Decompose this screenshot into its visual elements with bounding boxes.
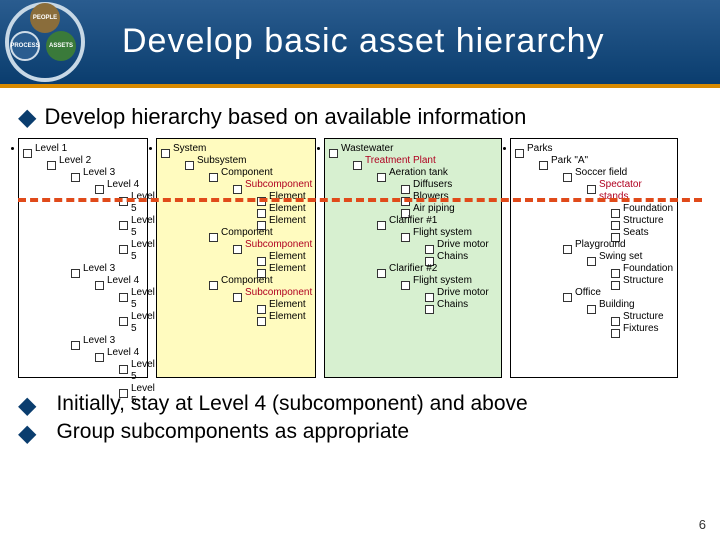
tree-node: Park "A" [551,155,588,166]
slide-header: PEOPLE PROCESS ASSETS Develop basic asse… [0,0,720,88]
diamond-bullet-icon: ◆ [18,106,36,130]
gear-process-icon: PROCESS [10,31,40,61]
tree-node: Foundation [623,203,673,214]
tree-node: Level 5 [131,191,155,214]
tree-node: Level 1 [35,143,67,154]
tree-node: Component [221,275,273,286]
tree-node: Clarifier #1 [389,215,437,226]
tree-node-subcomponent: Subcomponent [245,239,312,250]
tree-node: Level 3 [83,167,115,178]
tree-node: Soccer field [575,167,627,178]
tree-node: Level 2 [59,155,91,166]
bullet-main: ◆ Develop hierarchy based on available i… [18,104,702,130]
logo-gears: PEOPLE PROCESS ASSETS [2,0,88,85]
tree-node: Element [269,215,306,226]
level4-divider-line [18,198,702,202]
tree-node: Level 5 [131,311,155,334]
box-parks: Parks Park "A" Soccer field Spectator st… [510,138,678,378]
gear-people-icon: PEOPLE [30,3,60,33]
tree-node: Level 4 [107,347,139,358]
box-generic-levels: Level 1 Level 2 Level 3 Level 4 Level 5 … [18,138,148,378]
tree-node: Foundation [623,263,673,274]
tree-node: Playground [575,239,626,250]
tree-node: Swing set [599,251,642,262]
bullet-sub2-text: Group subcomponents as appropriate [56,420,409,444]
tree-node: Chains [437,299,468,310]
slide-content: ◆ Develop hierarchy based on available i… [0,88,720,446]
tree-node: Subsystem [197,155,246,166]
tree-node: Level 4 [107,179,139,190]
tree-node: Chains [437,251,468,262]
tree-node: Diffusers [413,179,452,190]
page-number: 6 [699,517,706,532]
tree-node: Level 3 [83,263,115,274]
tree-node: Flight system [413,275,472,286]
tree-node-subcomponent: Subcomponent [245,179,312,190]
box-system: System Subsystem Component Subcomponent … [156,138,316,378]
tree-node: Drive motor [437,239,489,250]
tree-node: Structure [623,311,664,322]
gear-assets-icon: ASSETS [46,31,76,61]
tree-node: Wastewater [341,143,393,154]
tree-node: Element [269,251,306,262]
tree-node-subcomponent: Subcomponent [245,287,312,298]
tree-node: Element [269,311,306,322]
diamond-bullet-icon: ◆ [18,422,36,446]
tree-node: Level 4 [107,275,139,286]
tree-node: Flight system [413,227,472,238]
tree-node: Element [269,203,306,214]
hierarchy-boxes: Level 1 Level 2 Level 3 Level 4 Level 5 … [18,138,702,378]
tree-node: Fixtures [623,323,659,334]
tree-node: Structure [623,275,664,286]
tree-node: Component [221,227,273,238]
tree-node: System [173,143,206,154]
tree-node: Drive motor [437,287,489,298]
tree-node: Parks [527,143,553,154]
tree-node: Level 5 [131,359,155,382]
tree-node: Clarifier #2 [389,263,437,274]
tree-node: Structure [623,215,664,226]
tree-node: Level 5 [131,215,155,238]
tree-node: Office [575,287,601,298]
slide-title: Develop basic asset hierarchy [122,24,605,60]
tree-node: Element [269,299,306,310]
tree-node: Component [221,167,273,178]
tree-node: Level 5 [131,287,155,310]
box-wastewater: Wastewater Treatment Plant Aeration tank… [324,138,502,378]
bullet-main-text: Develop hierarchy based on available inf… [44,104,526,130]
tree-node: Seats [623,227,649,238]
tree-node: Building [599,299,635,310]
tree-node: Treatment Plant [365,155,436,166]
tree-node: Aeration tank [389,167,448,178]
tree-node: Air piping [413,203,455,214]
tree-node: Element [269,263,306,274]
tree-node: Level 3 [83,335,115,346]
bullet-sub2: ◆ Group subcomponents as appropriate [18,420,702,446]
tree-node: Level 5 [131,239,155,262]
